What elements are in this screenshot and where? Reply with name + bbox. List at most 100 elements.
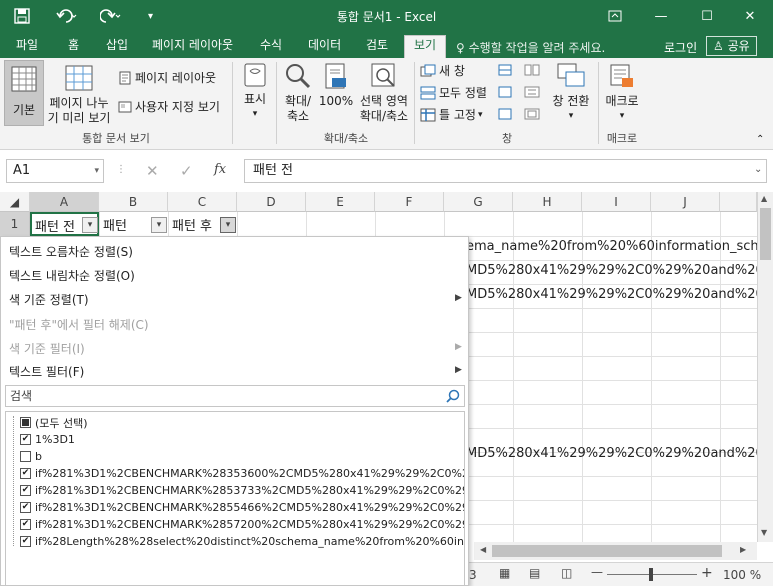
scroll-thumb[interactable] bbox=[760, 208, 771, 260]
page-break-status-icon[interactable]: ◫ bbox=[561, 566, 572, 580]
filter-search-input[interactable]: 검색 bbox=[5, 385, 465, 407]
column-header-a[interactable]: A bbox=[30, 192, 99, 212]
filter-value-item[interactable]: ✔ if%281%3D1%2CBENCHMARK%2855466%2CMD5%2… bbox=[20, 499, 464, 516]
filter-value-item[interactable]: ✔ if%281%3D1%2CBENCHMARK%2857200%2CMD5%2… bbox=[20, 516, 464, 533]
zoom-out-icon[interactable]: — bbox=[591, 565, 603, 579]
filter-dropdown-c[interactable]: ▾ bbox=[220, 217, 236, 233]
filter-value-select-all[interactable]: (모두 선택) bbox=[20, 414, 88, 431]
checkbox-checked-icon[interactable]: ✔ bbox=[20, 434, 31, 445]
checkbox-checked-icon[interactable]: ✔ bbox=[20, 536, 31, 547]
scroll-up-icon[interactable]: ▲ bbox=[761, 194, 767, 203]
column-header-f[interactable]: F bbox=[375, 192, 444, 212]
column-header-k[interactable] bbox=[720, 192, 757, 212]
reset-window-icon[interactable] bbox=[524, 108, 540, 120]
page-layout-button[interactable]: 페이지 레이아웃 bbox=[118, 69, 216, 86]
horizontal-scrollbar[interactable]: ◀ ▶ bbox=[474, 542, 757, 560]
minimize-icon[interactable]: — bbox=[638, 0, 684, 32]
zoom-slider-thumb[interactable] bbox=[649, 568, 653, 581]
column-header-i[interactable]: I bbox=[582, 192, 651, 212]
new-window-button[interactable]: 새 창 bbox=[420, 62, 465, 79]
zoom-level[interactable]: 100 % bbox=[723, 568, 761, 582]
vertical-scrollbar[interactable]: ▲ ▼ bbox=[757, 192, 773, 542]
tab-formulas[interactable]: 수식 bbox=[256, 36, 286, 58]
column-header-b[interactable]: B bbox=[99, 192, 168, 212]
zoom-100-button[interactable]: 100% bbox=[318, 60, 354, 126]
login-link[interactable]: 로그인 bbox=[664, 39, 697, 56]
filter-value-item[interactable]: ✔ 1%3D1 bbox=[20, 431, 75, 448]
select-all-corner[interactable]: ◢ bbox=[0, 192, 30, 212]
column-header-g[interactable]: G bbox=[444, 192, 513, 212]
normal-view-status-icon[interactable]: ▦ bbox=[499, 566, 510, 580]
zoom-in-icon[interactable]: + bbox=[701, 565, 713, 581]
filter-dropdown-b[interactable]: ▾ bbox=[151, 217, 167, 233]
show-button[interactable]: 표시 ▾ bbox=[238, 60, 272, 126]
filter-by-color-item[interactable]: 색 기준 필터(I) bbox=[9, 340, 85, 357]
cell-g2[interactable]: ema_name%20from%20%60information_sche bbox=[466, 239, 757, 254]
freeze-panes-button[interactable]: 틀 고정 ▾ bbox=[420, 106, 482, 123]
formula-input[interactable]: 패턴 전 bbox=[244, 159, 767, 183]
hscroll-thumb[interactable] bbox=[492, 545, 722, 557]
hide-icon[interactable] bbox=[498, 86, 512, 98]
tab-review[interactable]: 검토 bbox=[362, 36, 392, 58]
arrange-all-button[interactable]: 모두 정렬 bbox=[420, 84, 487, 101]
tab-home[interactable]: 홈 bbox=[64, 36, 83, 58]
checkbox-checked-icon[interactable]: ✔ bbox=[20, 468, 31, 479]
filter-value-item[interactable]: ✔ if%281%3D1%2CBENCHMARK%28353600%2CMD5%… bbox=[20, 465, 464, 482]
cell-g10[interactable]: MD5%280x41%29%29%2C0%29%20and%20% bbox=[466, 446, 757, 461]
name-box-dropdown-icon[interactable]: ▾ bbox=[94, 160, 99, 182]
maximize-icon[interactable]: ☐ bbox=[684, 0, 730, 32]
switch-windows-button[interactable]: 창 전환 ▾ bbox=[548, 60, 594, 126]
clear-filter-item[interactable]: "패턴 후"에서 필터 해제(C) bbox=[9, 316, 149, 333]
row-header-1[interactable]: 1 bbox=[0, 212, 30, 236]
checkbox-checked-icon[interactable]: ✔ bbox=[20, 519, 31, 530]
close-icon[interactable]: ✕ bbox=[727, 0, 773, 32]
cell-g3[interactable]: MD5%280x41%29%29%2C0%29%20and%20 bbox=[466, 263, 757, 278]
checkbox-partial-icon[interactable] bbox=[20, 417, 31, 428]
checkbox-unchecked-icon[interactable] bbox=[20, 451, 31, 462]
tab-data[interactable]: 데이터 bbox=[304, 36, 345, 58]
sort-ascending-item[interactable]: 텍스트 오름차순 정렬(S) bbox=[9, 243, 133, 260]
page-break-preview-button[interactable]: 페이지 나누 기 미리 보기 bbox=[46, 60, 112, 126]
column-header-e[interactable]: E bbox=[306, 192, 375, 212]
tab-file[interactable]: 파일 bbox=[12, 36, 42, 58]
macros-button[interactable]: 매크로 ▾ bbox=[602, 60, 642, 126]
column-header-d[interactable]: D bbox=[237, 192, 306, 212]
tab-insert[interactable]: 삽입 bbox=[102, 36, 132, 58]
share-button[interactable]: ♙ 공유 bbox=[706, 36, 757, 56]
checkbox-checked-icon[interactable]: ✔ bbox=[20, 502, 31, 513]
normal-view-button[interactable]: 기본 bbox=[4, 60, 44, 126]
tab-page-layout[interactable]: 페이지 레이아웃 bbox=[148, 36, 237, 58]
filter-value-item[interactable]: b bbox=[20, 448, 42, 465]
cancel-icon[interactable]: ✕ bbox=[146, 162, 159, 180]
name-box[interactable]: A1 ▾ bbox=[6, 159, 104, 183]
scroll-down-icon[interactable]: ▼ bbox=[761, 528, 767, 537]
expand-formula-icon[interactable]: ⌄ bbox=[754, 164, 762, 175]
zoom-button[interactable]: 확대/ 축소 bbox=[280, 60, 316, 126]
column-header-j[interactable]: J bbox=[651, 192, 720, 212]
tab-view[interactable]: 보기 bbox=[404, 35, 446, 58]
column-header-c[interactable]: C bbox=[168, 192, 237, 212]
split-icon[interactable] bbox=[498, 64, 512, 76]
checkbox-checked-icon[interactable]: ✔ bbox=[20, 485, 31, 496]
enter-icon[interactable]: ✓ bbox=[180, 162, 193, 180]
ribbon-display-icon[interactable] bbox=[592, 0, 638, 32]
sort-descending-item[interactable]: 텍스트 내림차순 정렬(O) bbox=[9, 267, 135, 284]
zoom-to-selection-button[interactable]: 선택 영역 확대/축소 bbox=[356, 60, 412, 126]
filter-value-item[interactable]: ✔ if%28Length%28%28select%20distinct%20s… bbox=[20, 533, 464, 550]
scroll-right-icon[interactable]: ▶ bbox=[740, 545, 746, 554]
filter-dropdown-a[interactable]: ▾ bbox=[82, 217, 98, 233]
cell-g4[interactable]: MD5%280x41%29%29%2C0%29%20and%20% bbox=[466, 287, 757, 302]
function-icon[interactable]: fx bbox=[214, 162, 226, 177]
page-layout-status-icon[interactable]: ▤ bbox=[529, 566, 540, 580]
column-header-h[interactable]: H bbox=[513, 192, 582, 212]
tell-me-box[interactable]: ♀ 수행할 작업을 알려 주세요. bbox=[456, 39, 605, 56]
filter-value-item[interactable]: ✔ if%281%3D1%2CBENCHMARK%2853733%2CMD5%2… bbox=[20, 482, 464, 499]
collapse-ribbon-icon[interactable]: ⌃ bbox=[756, 134, 764, 145]
text-filters-item[interactable]: 텍스트 필터(F) bbox=[9, 363, 84, 380]
view-side-by-side-icon[interactable] bbox=[524, 64, 540, 76]
scroll-left-icon[interactable]: ◀ bbox=[480, 545, 486, 554]
sync-scroll-icon[interactable] bbox=[524, 86, 540, 98]
unhide-icon[interactable] bbox=[498, 108, 512, 120]
sort-by-color-item[interactable]: 색 기준 정렬(T) bbox=[9, 291, 89, 308]
custom-views-button[interactable]: 사용자 지정 보기 bbox=[118, 98, 220, 115]
